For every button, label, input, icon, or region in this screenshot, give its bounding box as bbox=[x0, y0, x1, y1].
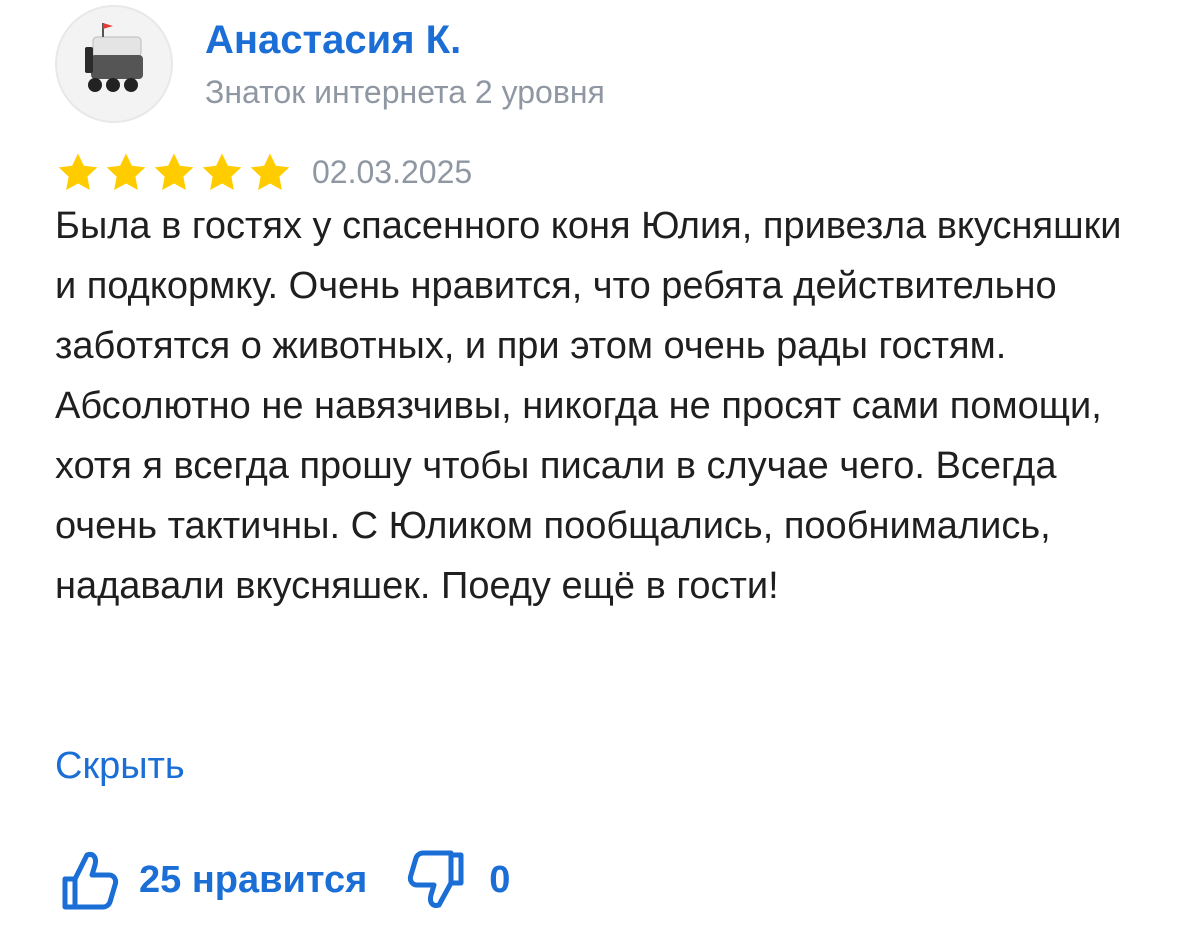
rating-stars bbox=[55, 150, 293, 196]
avatar[interactable] bbox=[55, 5, 173, 123]
likes-label: 25 нравится bbox=[139, 858, 368, 901]
dislikes-count: 0 bbox=[489, 858, 511, 901]
thumbs-down-icon bbox=[408, 850, 464, 908]
star-icon bbox=[106, 153, 146, 190]
review-text: Была в гостях у спасенного коня Юлия, пр… bbox=[55, 205, 1122, 607]
author-level: Знаток интернета 2 уровня bbox=[205, 74, 605, 110]
dislike-button[interactable]: 0 bbox=[407, 847, 510, 913]
review-date: 02.03.2025 bbox=[312, 154, 473, 190]
star-icon bbox=[58, 153, 98, 190]
delivery-robot-icon bbox=[85, 23, 143, 92]
like-button[interactable]: 25 нравится bbox=[55, 847, 367, 913]
reactions-bar: 25 нравится 0 bbox=[55, 840, 510, 920]
thumbs-up-icon bbox=[62, 852, 119, 910]
author-name[interactable]: Анастасия К. bbox=[205, 16, 461, 64]
star-icon bbox=[250, 153, 290, 190]
star-icon bbox=[202, 153, 242, 190]
review-card: Анастасия К. Знаток интернета 2 уровня 0… bbox=[0, 0, 1179, 938]
star-icon bbox=[154, 153, 194, 190]
hide-button[interactable]: Скрыть bbox=[55, 738, 185, 794]
